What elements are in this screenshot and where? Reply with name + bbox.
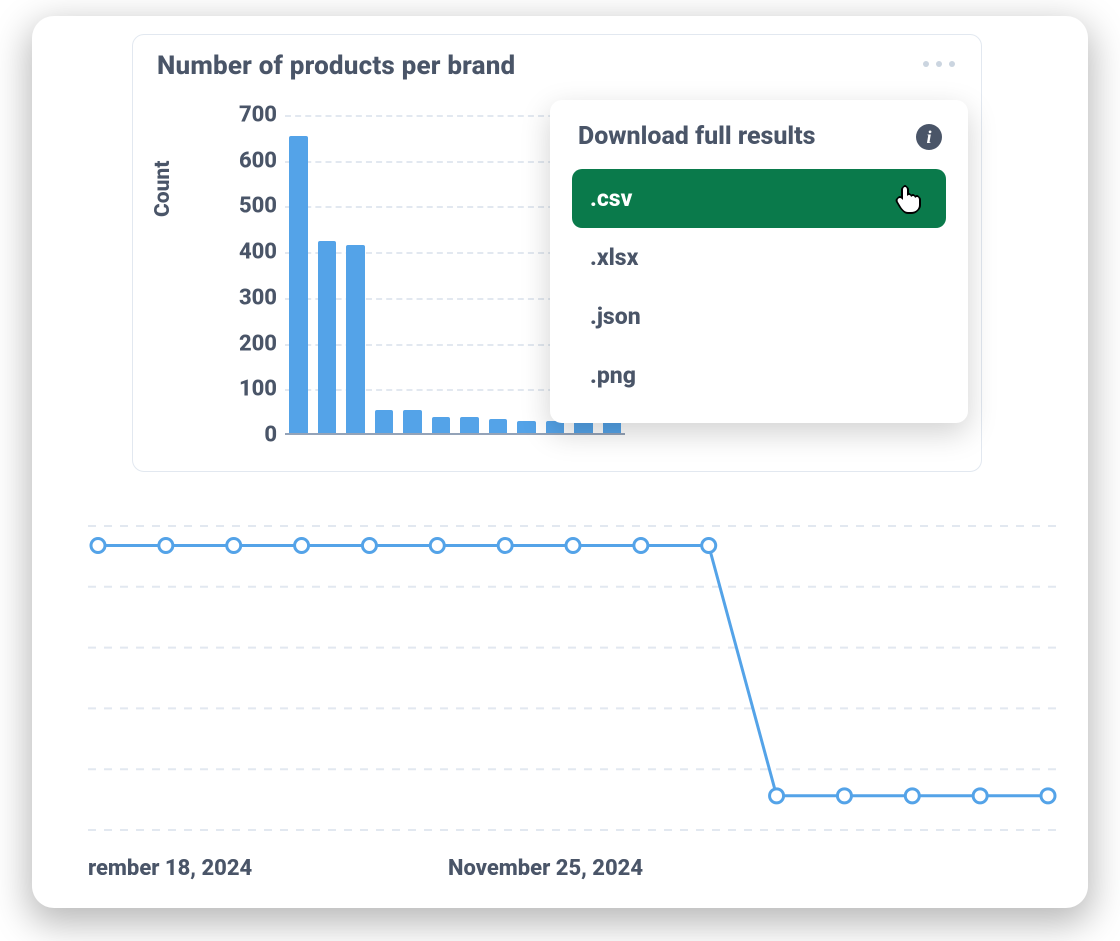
line-chart: rember 18, 2024 November 25, 2024	[88, 506, 1058, 896]
line-point	[702, 538, 716, 552]
line-point	[1041, 789, 1055, 803]
bar	[375, 410, 394, 435]
line-series-points	[91, 538, 1055, 802]
x-axis-label: rember 18, 2024	[88, 856, 252, 881]
download-popover-header: Download full results i	[572, 120, 946, 169]
download-option-png[interactable]: .png	[572, 346, 946, 405]
line-point	[362, 538, 376, 552]
line-chart-svg	[88, 506, 1058, 850]
bar	[346, 245, 365, 435]
line-point	[837, 789, 851, 803]
line-series-path	[98, 546, 1048, 796]
line-point	[227, 538, 241, 552]
y-tick: 600	[205, 148, 277, 173]
bar	[289, 136, 308, 435]
y-tick: 0	[205, 423, 277, 448]
line-point	[295, 538, 309, 552]
y-axis-ticks: 0100200300400500600700	[205, 115, 277, 435]
line-point	[566, 538, 580, 552]
line-chart-grid	[88, 526, 1058, 830]
chart-title: Number of products per brand	[157, 51, 515, 81]
y-tick: 700	[205, 103, 277, 128]
pointer-cursor-icon	[896, 185, 922, 213]
line-point	[634, 538, 648, 552]
card-more-button[interactable]	[923, 61, 955, 67]
line-point	[430, 538, 444, 552]
x-axis-line	[285, 433, 625, 435]
download-option-json[interactable]: .json	[572, 287, 946, 346]
bar	[318, 241, 337, 435]
y-tick: 200	[205, 331, 277, 356]
line-point	[498, 538, 512, 552]
line-chart-x-labels: rember 18, 2024 November 25, 2024	[88, 856, 1058, 886]
y-tick: 100	[205, 377, 277, 402]
download-option-label: .csv	[590, 185, 632, 212]
line-point	[91, 538, 105, 552]
dashboard-panel: Number of products per brand Count 0 100 2…	[32, 16, 1088, 908]
line-point	[973, 789, 987, 803]
y-tick: 400	[205, 240, 277, 265]
y-axis-label: Count	[151, 161, 175, 217]
y-tick: 500	[205, 194, 277, 219]
line-point	[905, 789, 919, 803]
download-option-label: .png	[590, 362, 636, 389]
info-icon[interactable]: i	[916, 124, 942, 150]
line-point	[770, 789, 784, 803]
download-option-label: .xlsx	[590, 244, 638, 271]
y-tick: 300	[205, 285, 277, 310]
download-option-xlsx[interactable]: .xlsx	[572, 228, 946, 287]
bar	[403, 410, 422, 435]
download-popover: Download full results i .csv .xlsx .json…	[550, 100, 968, 423]
x-axis-label: November 25, 2024	[448, 856, 643, 881]
download-option-csv[interactable]: .csv	[572, 169, 946, 228]
download-option-label: .json	[590, 303, 641, 330]
line-point	[159, 538, 173, 552]
download-popover-title: Download full results	[578, 122, 816, 151]
